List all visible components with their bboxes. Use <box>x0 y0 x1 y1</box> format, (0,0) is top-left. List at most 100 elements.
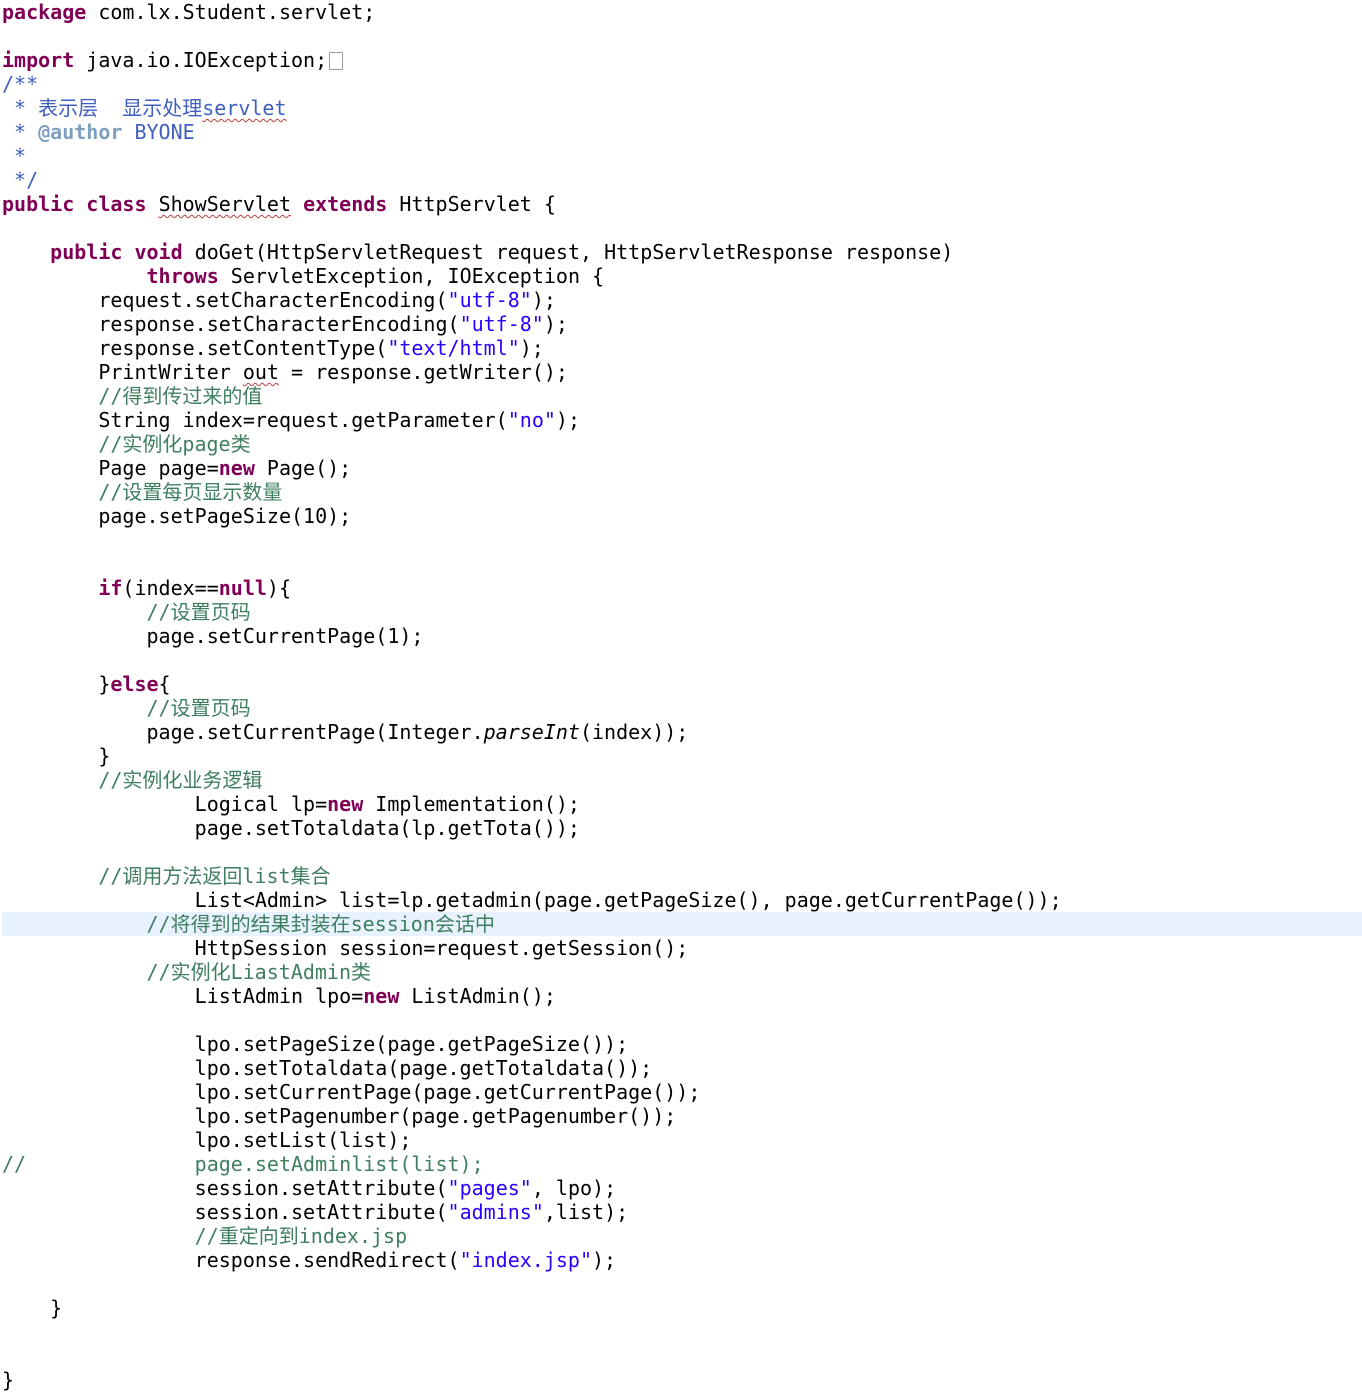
code-token: if <box>98 576 123 600</box>
code-line[interactable] <box>2 528 1362 552</box>
code-line[interactable]: package com.lx.Student.servlet; <box>2 0 1362 24</box>
code-line[interactable] <box>2 1344 1362 1368</box>
code-token: com.lx.Student.servlet; <box>86 0 376 24</box>
code-line[interactable]: import java.io.IOException; <box>2 48 1362 72</box>
code-line[interactable]: page.setTotaldata(lp.getTota()); <box>2 816 1362 840</box>
code-line[interactable]: //设置每页显示数量 <box>2 480 1362 504</box>
code-line[interactable]: List<Admin> list=lp.getadmin(page.getPag… <box>2 888 1362 912</box>
code-line[interactable]: response.setCharacterEncoding("utf-8"); <box>2 312 1362 336</box>
code-line[interactable] <box>2 1272 1362 1296</box>
code-token: lpo.setCurrentPage(page.getCurrentPage()… <box>2 1080 701 1104</box>
code-line[interactable] <box>2 1320 1362 1344</box>
code-line[interactable]: //得到传过来的值 <box>2 384 1362 408</box>
code-token: // page.setAdminlist(list); <box>2 1152 484 1176</box>
code-line[interactable]: lpo.setTotaldata(page.getTotaldata()); <box>2 1056 1362 1080</box>
code-token: package <box>2 0 87 24</box>
code-token: "pages" <box>447 1176 532 1200</box>
code-token: ListAdmin lpo= <box>2 984 364 1008</box>
code-token: Implementation(); <box>363 792 580 816</box>
folded-imports-icon[interactable] <box>329 52 344 70</box>
code-token: (index)); <box>579 720 689 744</box>
code-line[interactable]: //设置页码 <box>2 600 1362 624</box>
code-line[interactable]: } <box>2 744 1362 768</box>
code-token: class <box>86 192 147 216</box>
code-token: request.setCharacterEncoding( <box>2 288 448 312</box>
code-line[interactable]: // page.setAdminlist(list); <box>2 1152 1362 1176</box>
code-line[interactable]: lpo.setList(list); <box>2 1128 1362 1152</box>
code-line[interactable]: public class ShowServlet extends HttpSer… <box>2 192 1362 216</box>
code-token: //将得到的结果封装在session会话中 <box>2 912 495 936</box>
code-token: page.setTotaldata(lp.getTota()); <box>2 816 580 840</box>
code-line[interactable]: String index=request.getParameter("no"); <box>2 408 1362 432</box>
code-line[interactable]: session.setAttribute("pages", lpo); <box>2 1176 1362 1200</box>
code-line[interactable]: //实例化page类 <box>2 432 1362 456</box>
code-line[interactable] <box>2 24 1362 48</box>
code-line[interactable]: * @author BYONE <box>2 120 1362 144</box>
code-line[interactable]: lpo.setCurrentPage(page.getCurrentPage()… <box>2 1080 1362 1104</box>
code-line[interactable] <box>2 840 1362 864</box>
code-token: new <box>327 792 364 816</box>
code-token: else <box>110 672 159 696</box>
code-token: ShowServlet <box>158 192 292 216</box>
code-line[interactable]: } <box>2 1368 1362 1392</box>
code-line[interactable]: request.setCharacterEncoding("utf-8"); <box>2 288 1362 312</box>
code-line[interactable]: if(index==null){ <box>2 576 1362 600</box>
code-token: lpo.setPagenumber(page.getPagenumber()); <box>2 1104 677 1128</box>
code-token: public <box>2 192 75 216</box>
code-line[interactable] <box>2 648 1362 672</box>
code-line[interactable]: //实例化LiastAdmin类 <box>2 960 1362 984</box>
code-line[interactable]: //实例化业务逻辑 <box>2 768 1362 792</box>
code-line[interactable]: HttpSession session=request.getSession()… <box>2 936 1362 960</box>
code-line[interactable]: } <box>2 1296 1362 1320</box>
code-line[interactable]: page.setPageSize(10); <box>2 504 1362 528</box>
code-token: java.io.IOException; <box>74 48 328 72</box>
code-line[interactable]: lpo.setPagenumber(page.getPagenumber()); <box>2 1104 1362 1128</box>
code-line[interactable]: Logical lp=new Implementation(); <box>2 792 1362 816</box>
code-line[interactable]: page.setCurrentPage(Integer.parseInt(ind… <box>2 720 1362 744</box>
code-line[interactable]: throws ServletException, IOException { <box>2 264 1362 288</box>
code-line[interactable] <box>2 1008 1362 1032</box>
code-line[interactable]: */ <box>2 168 1362 192</box>
code-line[interactable]: response.setContentType("text/html"); <box>2 336 1362 360</box>
code-token: //实例化业务逻辑 <box>2 768 263 792</box>
code-line[interactable]: * 表示层 显示处理servlet <box>2 96 1362 120</box>
code-token: //实例化LiastAdmin类 <box>2 960 371 984</box>
code-token: PrintWriter <box>2 360 243 384</box>
code-line[interactable]: //调用方法返回list集合 <box>2 864 1362 888</box>
code-token: response.setCharacterEncoding( <box>2 312 460 336</box>
code-line[interactable]: * <box>2 144 1362 168</box>
code-token: servlet <box>202 96 287 120</box>
code-line[interactable]: //重定向到index.jsp <box>2 1224 1362 1248</box>
code-line[interactable]: Page page=new Page(); <box>2 456 1362 480</box>
code-editor[interactable]: package com.lx.Student.servlet; import ja… <box>0 0 1362 1392</box>
code-token: page.setPageSize(10); <box>2 504 352 528</box>
code-token: { <box>158 672 171 696</box>
code-line[interactable]: //将得到的结果封装在session会话中 <box>2 912 1362 936</box>
code-token: ); <box>543 312 568 336</box>
code-token: Page(); <box>254 456 352 480</box>
code-token: = response.getWriter(); <box>278 360 568 384</box>
code-line[interactable]: public void doGet(HttpServletRequest req… <box>2 240 1362 264</box>
code-token: page.setCurrentPage(Integer. <box>2 720 484 744</box>
code-line[interactable] <box>2 552 1362 576</box>
code-token: } <box>2 1296 63 1320</box>
code-line[interactable]: //设置页码 <box>2 696 1362 720</box>
code-line[interactable]: }else{ <box>2 672 1362 696</box>
code-line[interactable]: lpo.setPageSize(page.getPageSize()); <box>2 1032 1362 1056</box>
code-line[interactable]: ListAdmin lpo=new ListAdmin(); <box>2 984 1362 1008</box>
code-line[interactable]: response.sendRedirect("index.jsp"); <box>2 1248 1362 1272</box>
code-line[interactable]: page.setCurrentPage(1); <box>2 624 1362 648</box>
code-token: } <box>2 744 111 768</box>
code-line[interactable]: /** <box>2 72 1362 96</box>
code-token: ServletException, IOException { <box>218 264 605 288</box>
code-line[interactable]: session.setAttribute("admins",list); <box>2 1200 1362 1224</box>
code-token: //调用方法返回list集合 <box>2 864 331 888</box>
code-token: } <box>2 672 111 696</box>
code-token: HttpSession session=request.getSession()… <box>2 936 689 960</box>
code-line[interactable]: PrintWriter out = response.getWriter(); <box>2 360 1362 384</box>
code-line[interactable] <box>2 216 1362 240</box>
